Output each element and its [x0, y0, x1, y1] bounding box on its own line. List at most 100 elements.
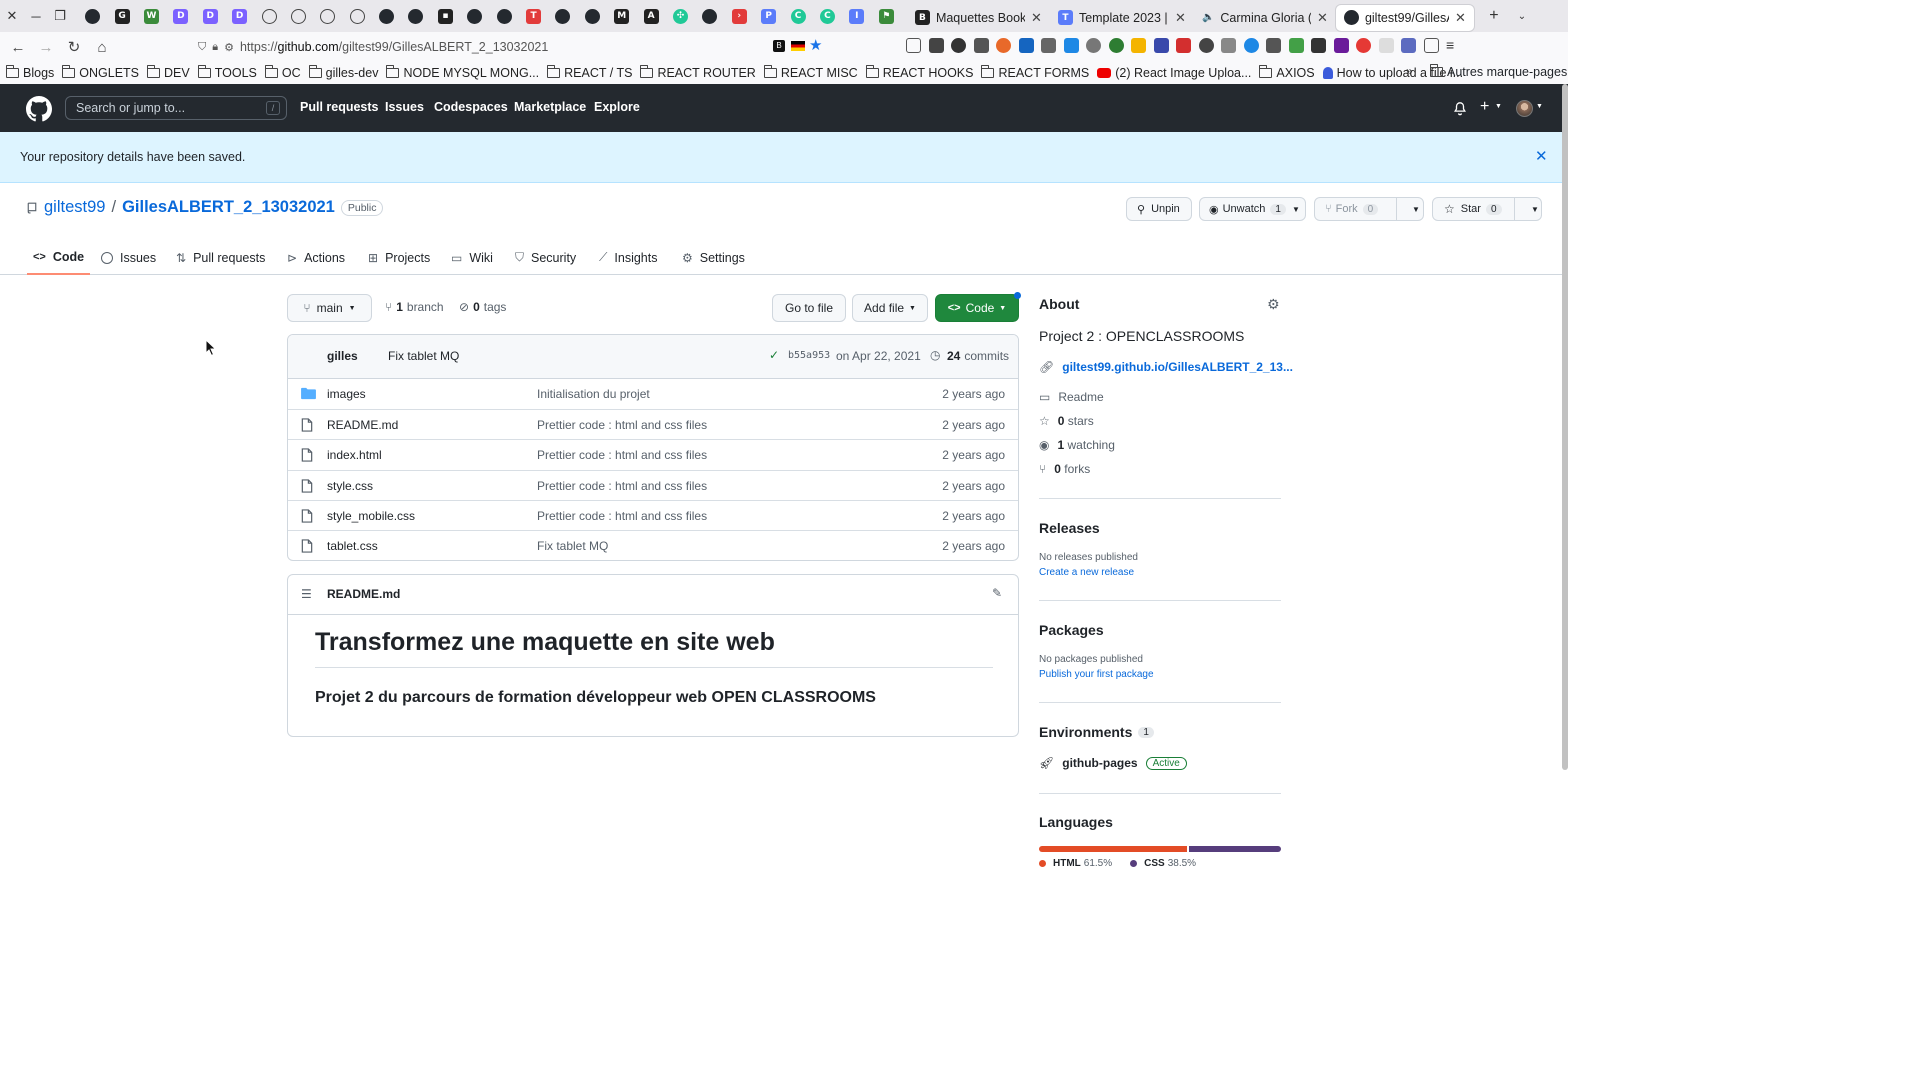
extensions-puzzle-icon[interactable] — [1423, 38, 1439, 53]
tab-actions[interactable]: ⊳ Actions — [287, 240, 345, 275]
table-row[interactable]: images Initialisation du projet 2 years ag… — [288, 379, 1018, 409]
forward-arrow-icon[interactable]: → — [32, 33, 60, 61]
environments-header[interactable]: Environments 1 — [1039, 724, 1154, 740]
pinned-tab[interactable]: M — [607, 0, 636, 32]
table-row[interactable]: style.css Prettier code : html and css fi… — [288, 469, 1018, 500]
bookmark-folder[interactable]: REACT HOOKS — [865, 65, 973, 80]
commit-message[interactable]: Prettier code : html and css files — [537, 448, 707, 462]
file-name[interactable]: style_mobile.css — [327, 509, 415, 523]
commit-sha[interactable]: b55a953 — [788, 350, 830, 361]
pinned-tab[interactable]: D — [225, 0, 254, 32]
pinned-tab[interactable]: P — [754, 0, 783, 32]
file-name[interactable]: style.css — [327, 479, 373, 493]
table-row[interactable]: index.html Prettier code : html and css f… — [288, 439, 1018, 469]
code-extension-icon[interactable] — [1311, 38, 1326, 53]
add-file-button[interactable]: Add file ▼ — [852, 294, 928, 322]
close-icon[interactable]: ✕ — [1535, 147, 1548, 165]
extension-icon[interactable] — [928, 38, 944, 53]
extension-icon[interactable] — [1288, 38, 1304, 53]
other-bookmarks-folder[interactable]: Autres marque-pages — [1430, 64, 1567, 79]
pinned-tab[interactable]: A — [636, 0, 665, 32]
tab-pull-requests[interactable]: ⇅ Pull requests — [176, 240, 265, 275]
page-scrollbar[interactable] — [1562, 84, 1568, 770]
wordpress-icon[interactable] — [1198, 38, 1214, 53]
restore-window-icon[interactable]: ❐ — [48, 0, 72, 32]
check-icon[interactable]: ✓ — [769, 348, 779, 362]
tab-security[interactable]: ⛉ Security — [515, 240, 576, 275]
lock-icon[interactable]: 🔒︎ — [212, 41, 218, 54]
pinned-tab[interactable]: C — [813, 0, 842, 32]
create-caret-icon[interactable]: ▼ — [1495, 103, 1502, 110]
tab-settings[interactable]: ⚙ Settings — [682, 240, 745, 275]
bookmark-folder[interactable]: REACT MISC — [763, 65, 858, 80]
german-flag-icon[interactable] — [791, 41, 805, 51]
extension-icon[interactable] — [1221, 38, 1236, 53]
bookmark-folder[interactable]: OC — [264, 65, 301, 80]
nav-marketplace[interactable]: Marketplace — [514, 100, 586, 114]
pinned-tab[interactable] — [343, 0, 372, 32]
forks-link[interactable]: ⑂ 0 forks — [1039, 462, 1090, 476]
pinned-tab[interactable] — [578, 0, 607, 32]
avatar[interactable] — [1516, 100, 1533, 117]
tab-projects[interactable]: ⊞ Projects — [368, 240, 430, 275]
table-row[interactable]: tablet.css Fix tablet MQ 2 years ago — [288, 529, 1018, 560]
nav-pull-requests[interactable]: Pull requests — [300, 100, 379, 114]
file-name[interactable]: tablet.css — [327, 539, 378, 553]
bookmark-folder[interactable]: REACT ROUTER — [640, 65, 756, 80]
close-tab-icon[interactable]: ✕ — [1317, 10, 1328, 26]
close-tab-icon[interactable]: ✕ — [1031, 10, 1042, 26]
permissions-icon[interactable]: ⚙ — [224, 41, 234, 54]
pinned-tab[interactable]: D — [196, 0, 225, 32]
star-button[interactable]: ☆ Star 0 ▼ — [1432, 197, 1542, 221]
repo-owner-link[interactable]: giltest99 — [44, 198, 105, 217]
stars-link[interactable]: ☆ 0 stars — [1039, 414, 1094, 428]
extension-icon[interactable] — [996, 38, 1011, 53]
tab-insights[interactable]: ⟋ Insights — [599, 240, 658, 275]
branch-select-button[interactable]: ⑂ main ▼ — [287, 294, 372, 322]
extension-icon[interactable] — [951, 38, 966, 53]
language-item-html[interactable]: HTML 61.5% — [1039, 858, 1112, 869]
caret-down-icon[interactable]: ▼ — [1531, 205, 1539, 214]
extension-icon[interactable] — [1131, 38, 1146, 53]
new-tab-icon[interactable]: + — [1482, 0, 1506, 32]
bookmark-star-icon[interactable]: ★ — [809, 36, 822, 54]
fork-button[interactable]: ⑂ Fork 0 ▼ — [1314, 197, 1424, 221]
bookmark-folder[interactable]: gilles-dev — [308, 65, 378, 80]
create-release-link[interactable]: Create a new release — [1039, 567, 1134, 578]
pinned-tab[interactable] — [401, 0, 430, 32]
nav-issues[interactable]: Issues — [385, 100, 424, 114]
menu-hamburger-icon[interactable]: ≡ — [1446, 38, 1454, 53]
commits-link[interactable]: 24 commits — [947, 349, 1009, 363]
tab-list-chevron-icon[interactable]: ⌄ — [1510, 0, 1534, 32]
packages-title[interactable]: Packages — [1039, 622, 1104, 638]
commit-message[interactable]: Initialisation du projet — [537, 387, 650, 401]
extension-icon[interactable] — [1086, 38, 1101, 53]
publish-package-link[interactable]: Publish your first package — [1039, 669, 1154, 680]
pinned-tab[interactable]: › — [725, 0, 754, 32]
commit-author[interactable]: gilles — [327, 349, 358, 363]
browser-tab[interactable]: T Template 2023 | C ✕ — [1050, 5, 1194, 31]
bookmark-folder[interactable]: REACT FORMS — [981, 65, 1089, 80]
caret-down-icon[interactable]: ▼ — [1412, 205, 1420, 214]
bell-icon[interactable] — [1453, 101, 1467, 116]
branches-link[interactable]: ⑂ 1 branch — [385, 300, 444, 314]
b-extension-icon[interactable]: B — [773, 40, 785, 52]
pinned-tab[interactable]: C — [783, 0, 812, 32]
commit-message[interactable]: Prettier code : html and css files — [537, 418, 707, 432]
reload-icon[interactable]: ↻ — [60, 33, 88, 61]
gear-icon[interactable]: ⚙ — [1267, 296, 1280, 313]
tab-wiki[interactable]: ▭ Wiki — [451, 240, 493, 275]
bookmark-youtube[interactable]: (2) React Image Uploa... — [1097, 66, 1251, 80]
unpin-button[interactable]: ⚲ Unpin — [1126, 197, 1192, 221]
close-window-icon[interactable]: ✕ — [0, 0, 24, 32]
nav-codespaces[interactable]: Codespaces — [434, 100, 508, 114]
pinned-tab[interactable] — [313, 0, 342, 32]
pinned-tab[interactable] — [489, 0, 518, 32]
browser-tab-active[interactable]: giltest99/GillesAL ✕ — [1335, 4, 1474, 31]
pinned-tab[interactable]: D — [166, 0, 195, 32]
extension-icon[interactable] — [1378, 38, 1394, 53]
tags-link[interactable]: ⊘ 0 tags — [459, 300, 506, 314]
close-tab-icon[interactable]: ✕ — [1175, 10, 1186, 26]
bookmark-folder[interactable]: REACT / TS — [547, 65, 632, 80]
extension-icon[interactable] — [1356, 38, 1371, 53]
